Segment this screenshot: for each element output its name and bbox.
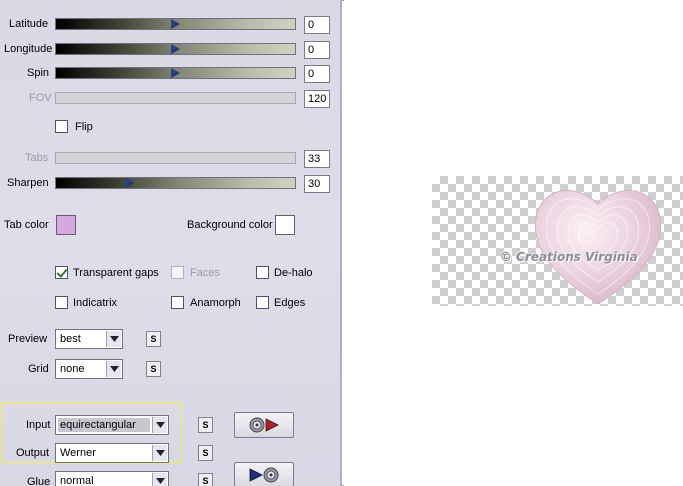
faces-checkbox (171, 266, 184, 279)
tabs-value-field[interactable]: 33 (304, 150, 330, 168)
fov-slider (55, 92, 296, 104)
chevron-down-icon[interactable] (106, 361, 121, 377)
latitude-slider[interactable] (55, 18, 296, 30)
longitude-slider-thumb[interactable] (171, 44, 180, 54)
flip-checkbox[interactable] (55, 120, 68, 133)
disc-to-play-button[interactable] (234, 412, 294, 438)
grid-select[interactable]: none (55, 359, 123, 379)
anamorph-label: Anamorph (190, 297, 241, 309)
longitude-slider[interactable] (55, 43, 296, 55)
spin-slider[interactable] (55, 67, 296, 79)
background-color-label: Background color (187, 219, 273, 231)
sharpen-value-field[interactable]: 30 (304, 175, 330, 193)
grid-swap-button[interactable]: S (146, 361, 161, 377)
sharpen-slider[interactable] (55, 177, 296, 189)
output-swap-button[interactable]: S (198, 445, 213, 461)
disc-play-icon (249, 417, 279, 433)
indicatrix-label: Indicatrix (73, 297, 118, 309)
de-halo-checkbox[interactable] (256, 266, 269, 279)
input-projection-select[interactable]: equirectangular (55, 415, 169, 435)
sharpen-slider-thumb[interactable] (125, 178, 134, 188)
edges-checkbox[interactable] (256, 296, 269, 309)
anamorph-checkbox[interactable] (171, 296, 184, 309)
input-select-value: equirectangular (58, 418, 150, 432)
grid-select-value: none (60, 363, 85, 375)
indicatrix-checkbox[interactable] (55, 296, 68, 309)
tabs-label: Tabs (25, 152, 49, 164)
glue-select-value: normal (60, 475, 94, 486)
fov-label: FOV (29, 92, 52, 104)
longitude-value-field[interactable]: 0 (304, 41, 330, 59)
sharpen-label: Sharpen (7, 177, 49, 189)
chevron-down-icon[interactable] (152, 445, 167, 461)
spin-value-field[interactable]: 0 (304, 65, 330, 83)
preview-label: Preview (8, 333, 48, 345)
input-label: Input (26, 419, 51, 431)
tab-color-label: Tab color (4, 219, 49, 231)
de-halo-label: De-halo (274, 267, 313, 279)
output-label: Output (16, 447, 50, 459)
latitude-label: Latitude (9, 18, 49, 30)
preview-select[interactable]: best (55, 329, 123, 349)
play-to-disc-button[interactable] (234, 462, 294, 486)
glue-swap-button[interactable]: S (198, 473, 213, 486)
glue-label: Glue (27, 476, 51, 486)
edges-label: Edges (274, 297, 306, 309)
faces-label: Faces (190, 267, 220, 279)
longitude-label: Longitude (4, 43, 53, 55)
chevron-down-icon[interactable] (106, 331, 121, 347)
output-projection-select[interactable]: Werner (55, 443, 169, 463)
preview-select-value: best (60, 333, 81, 345)
latitude-slider-thumb[interactable] (171, 19, 180, 29)
settings-panel: Latitude 0 Longitude 0 Spin 0 FOV 120 Fl… (0, 0, 342, 486)
spin-slider-thumb[interactable] (171, 68, 180, 78)
tabs-slider (55, 152, 296, 164)
flip-label: Flip (75, 121, 93, 133)
latitude-value-field[interactable]: 0 (304, 16, 330, 34)
glue-select[interactable]: normal (55, 471, 169, 486)
preview-swap-button[interactable]: S (146, 331, 161, 347)
watermark-text: © Creations Virginia (500, 250, 638, 264)
fov-value-field[interactable]: 120 (304, 90, 330, 108)
transparent-gaps-label: Transparent gaps (73, 267, 159, 279)
transparent-gaps-checkbox[interactable] (55, 266, 68, 279)
tab-color-swatch[interactable] (56, 215, 76, 235)
chevron-down-icon[interactable] (152, 473, 167, 486)
chevron-down-icon[interactable] (152, 417, 167, 433)
spin-label: Spin (27, 67, 50, 79)
heart-image (534, 189, 662, 305)
output-select-value: Werner (60, 447, 96, 459)
play-disc-icon (249, 467, 279, 483)
input-swap-button[interactable]: S (198, 417, 213, 433)
grid-label: Grid (28, 363, 49, 375)
background-color-swatch[interactable] (275, 215, 295, 235)
